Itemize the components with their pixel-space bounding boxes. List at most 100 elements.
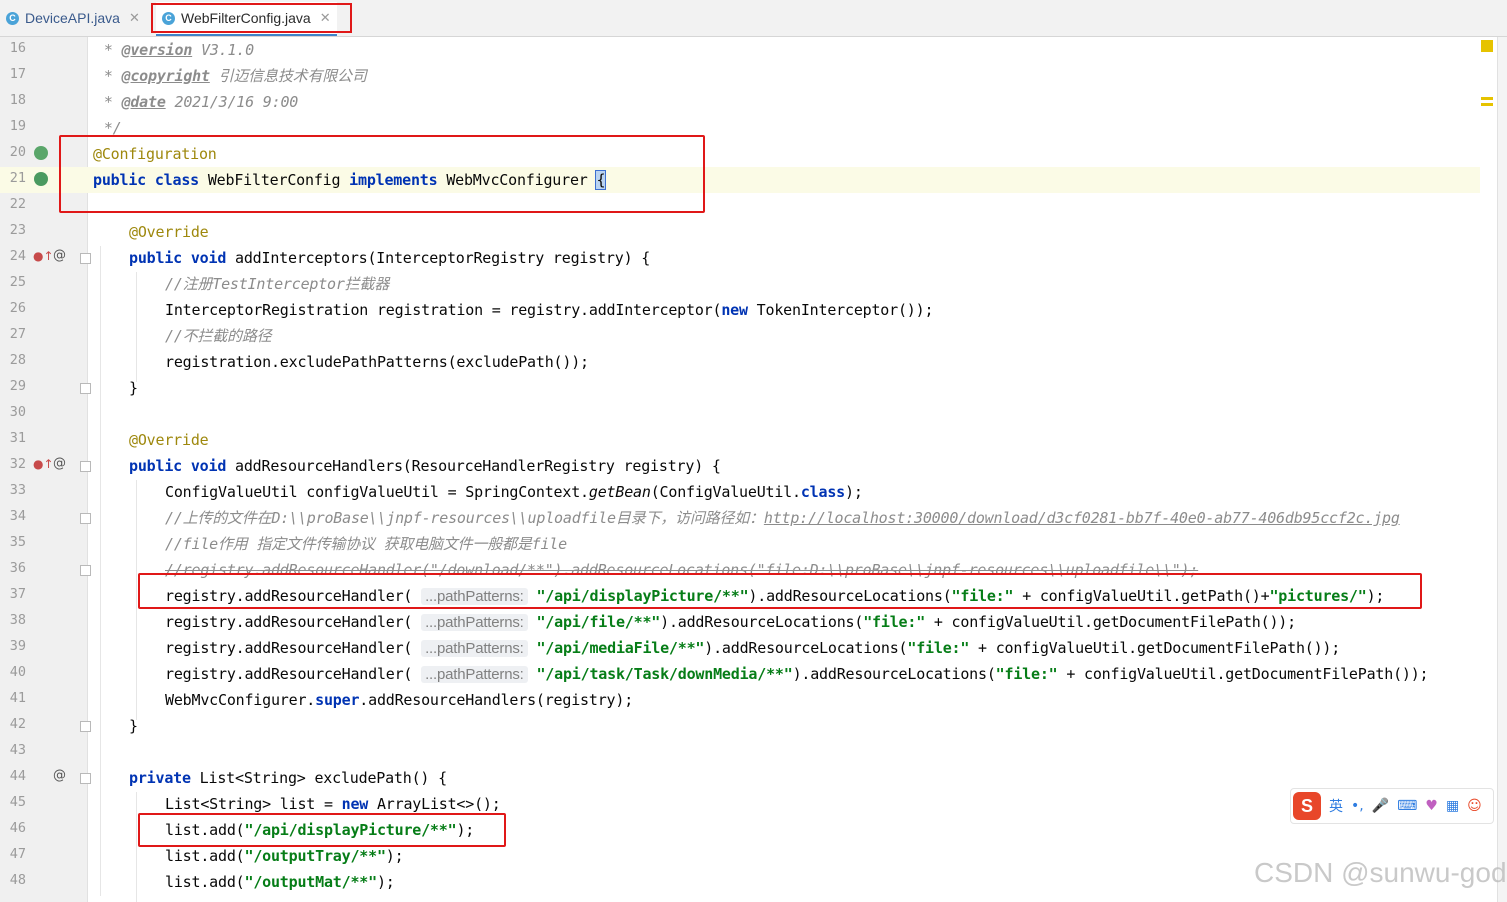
string-literal: "pictures/"	[1269, 587, 1367, 605]
code-line: 17 * @copyright 引迈信息技术有限公司	[0, 63, 1480, 89]
fold-icon[interactable]	[80, 383, 91, 394]
line-number: 48	[9, 872, 26, 888]
right-tool-strip[interactable]	[1497, 37, 1507, 902]
close-icon[interactable]: ✕	[320, 10, 331, 26]
fold-icon[interactable]	[80, 253, 91, 264]
tab-webfilterconfig[interactable]: C WebFilterConfig.java ✕	[156, 2, 337, 36]
code-text: public void addInterceptors(InterceptorR…	[129, 248, 650, 268]
line-number: 32	[9, 456, 26, 472]
tab-label: DeviceAPI.java	[25, 10, 120, 26]
code-line: 34 //上传的文件在D:\\proBase\\jnpf-resources\\…	[0, 505, 1480, 531]
keyword: class	[800, 483, 845, 501]
code-line: 46 list.add("/api/displayPicture/**");	[0, 817, 1480, 843]
keyword: public	[93, 171, 146, 189]
doc-tag: @copyright	[121, 67, 211, 85]
code-fragment: ).addResourceLocations(	[704, 639, 908, 657]
error-stripe-marker[interactable]	[1481, 103, 1493, 106]
string-literal: "/outputMat/**"	[244, 873, 377, 891]
line-number: 23	[9, 222, 26, 238]
code-fragment: }	[129, 379, 138, 397]
code-fragment: );	[376, 873, 395, 891]
comment: //file作用 指定文件传输协议 获取电脑文件一般都是file	[165, 535, 567, 553]
code-fragment: registry.addResourceHandler(	[165, 587, 422, 605]
ime-language-toggle[interactable]: 英	[1329, 796, 1343, 816]
code-text: */	[95, 118, 122, 138]
spring-bean-navigate-icon[interactable]	[34, 172, 48, 186]
code-line: 39 registry.addResourceHandler( ...pathP…	[0, 635, 1480, 661]
keyword: private	[129, 769, 191, 787]
interface-name: WebMvcConfigurer	[446, 171, 588, 189]
code-line: 45 List<String> list = new ArrayList<>()…	[0, 791, 1480, 817]
method-signature: addResourceHandlers(ResourceHandlerRegis…	[235, 457, 721, 475]
emoji-icon[interactable]: ☺	[1467, 798, 1482, 814]
code-line: 28 registration.excludePathPatterns(excl…	[0, 349, 1480, 375]
code-line: 32 public void addResourceHandlers(Resou…	[0, 453, 1480, 479]
doc-comment: *	[95, 93, 122, 111]
line-number: 21	[9, 170, 26, 186]
ime-punctuation-toggle[interactable]: •,	[1351, 798, 1364, 814]
java-class-icon: C	[162, 11, 175, 25]
toolbox-icon[interactable]: ▦	[1446, 798, 1459, 814]
code-text: registry.addResourceHandler( ...pathPatt…	[165, 586, 1384, 607]
code-text: List<String> list = new ArrayList<>();	[165, 794, 501, 814]
code-line: 25 //注册TestInterceptor拦截器	[0, 271, 1480, 297]
code-fragment: (ConfigValueUtil.	[650, 483, 801, 501]
annotation: @Configuration	[93, 145, 217, 163]
line-number: 27	[9, 326, 26, 342]
ime-toolbar[interactable]: S 英 •, 🎤 ⌨ ♥ ▦ ☺	[1290, 788, 1494, 824]
close-icon[interactable]: ✕	[129, 10, 140, 26]
keyword: void	[190, 457, 227, 475]
code-fragment: list.add(	[165, 873, 245, 891]
warning-marker[interactable]	[1481, 40, 1493, 52]
line-number: 40	[9, 664, 26, 680]
comment-url-link[interactable]: http://localhost:30000/download/d3cf0281…	[764, 509, 1400, 527]
code-text: registry.addResourceHandler( ...pathPatt…	[165, 638, 1340, 659]
fold-icon[interactable]	[80, 721, 91, 732]
line-number: 36	[9, 560, 26, 576]
code-line: 33 ConfigValueUtil configValueUtil = Spr…	[0, 479, 1480, 505]
override-method-icon[interactable]: ●↑	[33, 457, 54, 471]
fold-icon[interactable]	[80, 461, 91, 472]
fold-icon[interactable]	[80, 513, 91, 524]
code-fragment: list.add(	[165, 847, 245, 865]
fold-icon[interactable]	[80, 565, 91, 576]
keyword: new	[341, 795, 369, 813]
line-number: 16	[9, 40, 26, 56]
code-text: * @version V3.1.0	[95, 40, 254, 60]
fold-icon[interactable]	[80, 773, 91, 784]
doc-comment: V3.1.0	[192, 41, 254, 59]
tab-label: WebFilterConfig.java	[181, 10, 311, 26]
keyword: class	[154, 171, 199, 189]
line-number: 41	[9, 690, 26, 706]
java-class-icon: C	[6, 11, 19, 25]
code-fragment: + configValueUtil.getDocumentFilePath())…	[969, 639, 1341, 657]
annotation-at-icon: @	[53, 248, 66, 263]
code-text: private List<String> excludePath() {	[129, 768, 447, 788]
microphone-icon[interactable]: 🎤	[1372, 798, 1389, 814]
code-line-current: 21 public class WebFilterConfig implemen…	[0, 167, 1480, 193]
code-line: 41 WebMvcConfigurer.super.addResourceHan…	[0, 687, 1480, 713]
line-number: 18	[9, 92, 26, 108]
string-literal: "file:"	[907, 639, 970, 657]
annotation-at-icon: @	[53, 768, 66, 783]
code-text: registry.addResourceHandler( ...pathPatt…	[165, 612, 1296, 633]
line-number: 30	[9, 404, 26, 420]
code-fragment: ArrayList<>();	[368, 795, 501, 813]
keyboard-icon[interactable]: ⌨	[1397, 798, 1417, 814]
line-number: 28	[9, 352, 26, 368]
skin-icon[interactable]: ♥	[1425, 798, 1438, 814]
doc-comment: *	[95, 67, 122, 85]
comment: //registry.addResourceHandler("/download…	[165, 561, 1199, 579]
override-method-icon[interactable]: ●↑	[33, 249, 54, 263]
spring-bean-icon[interactable]	[34, 146, 48, 160]
string-literal: "/api/displayPicture/**"	[536, 587, 749, 605]
static-method: getBean	[588, 483, 651, 501]
code-text: @Override	[129, 222, 209, 242]
annotation: @Override	[129, 223, 209, 241]
string-literal: "/api/task/Task/downMedia/**"	[536, 665, 793, 683]
code-line: 29 }	[0, 375, 1480, 401]
error-stripe-marker[interactable]	[1481, 97, 1493, 100]
code-fragment: TokenInterceptor());	[747, 301, 934, 319]
tab-deviceapi[interactable]: C DeviceAPI.java ✕	[6, 2, 140, 34]
code-text: * @copyright 引迈信息技术有限公司	[95, 66, 367, 86]
